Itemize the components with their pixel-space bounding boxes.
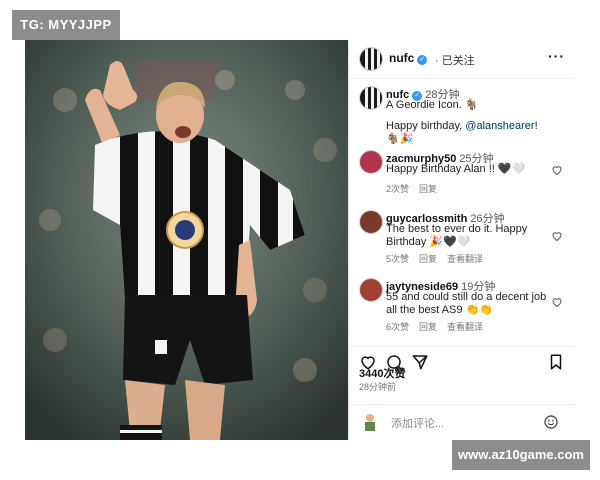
comment-text: Happy Birthday Alan !! 🖤🤍	[386, 163, 526, 175]
share-send-icon[interactable]	[411, 353, 429, 371]
heart-icon[interactable]	[551, 230, 563, 242]
likes-count[interactable]: 3440次赞	[359, 365, 405, 381]
comment-text: The best to ever do it. Happy Birthday 🎉…	[386, 223, 528, 248]
watermark-bottom: www.az10game.com	[452, 440, 590, 470]
reply-button[interactable]: 回复	[419, 184, 437, 194]
post-photo[interactable]	[25, 40, 348, 440]
translate-button[interactable]: 查看翻译	[447, 254, 483, 264]
comment-item: jaytyneside69 19分钟 55 and could still do …	[349, 276, 575, 340]
mention-link[interactable]: @alanshearer	[465, 120, 534, 132]
avatar[interactable]	[359, 210, 383, 234]
comment-likes[interactable]: 6次赞	[386, 322, 409, 332]
comment-item: guycarlossmith 26分钟 The best to ever do i…	[349, 208, 575, 272]
comment-meta: 5次赞 回复 查看翻译	[386, 252, 493, 265]
nufc-avatar[interactable]	[359, 47, 383, 71]
avatar[interactable]	[359, 278, 383, 302]
reply-button[interactable]: 回复	[419, 322, 437, 332]
heart-icon[interactable]	[551, 296, 563, 308]
comment-text: 55 and could still do a decent job all t…	[386, 291, 547, 316]
heart-icon[interactable]	[551, 164, 563, 176]
follow-status[interactable]: · 已关注	[435, 52, 475, 68]
comment-meta: 6次赞 回复 查看翻译	[386, 320, 493, 333]
caption-text: A Geordie Icon. 🐐 Happy birthday, @alans…	[386, 99, 538, 145]
avatar[interactable]	[359, 150, 383, 174]
emoji-icon[interactable]	[543, 414, 559, 430]
watermark-top: TG: MYYJJPP	[12, 10, 120, 40]
caption: nufc ✓ 28分钟 A Geordie Icon. 🐐 Happy birthd…	[349, 84, 575, 145]
add-comment-bar: 添加评论...	[349, 404, 575, 441]
post-header: nufc ✓ · 已关注 ···	[349, 40, 575, 79]
reply-button[interactable]: 回复	[419, 254, 437, 264]
comment-likes[interactable]: 5次赞	[386, 254, 409, 264]
nufc-avatar[interactable]	[359, 86, 383, 110]
bookmark-icon[interactable]	[547, 353, 565, 371]
more-dots-icon[interactable]: ···	[548, 48, 565, 64]
player-illustration	[25, 40, 348, 440]
verified-icon: ✓	[417, 55, 428, 65]
comment-likes[interactable]: 2次赞	[386, 184, 409, 194]
add-comment-input[interactable]: 添加评论...	[391, 415, 444, 431]
comment-meta: 2次赞 回复	[386, 182, 447, 195]
post-time: 28分钟前	[359, 382, 397, 392]
post-panel: nufc ✓ · 已关注 ··· nufc ✓ 28分钟 A Geordie Icon…	[348, 40, 575, 440]
post-username[interactable]: nufc ✓	[389, 51, 428, 65]
translate-button[interactable]: 查看翻译	[447, 322, 483, 332]
user-avatar-icon	[365, 414, 375, 431]
comment-item: zacmurphy50 25分钟 Happy Birthday Alan !! 🖤…	[349, 148, 575, 198]
